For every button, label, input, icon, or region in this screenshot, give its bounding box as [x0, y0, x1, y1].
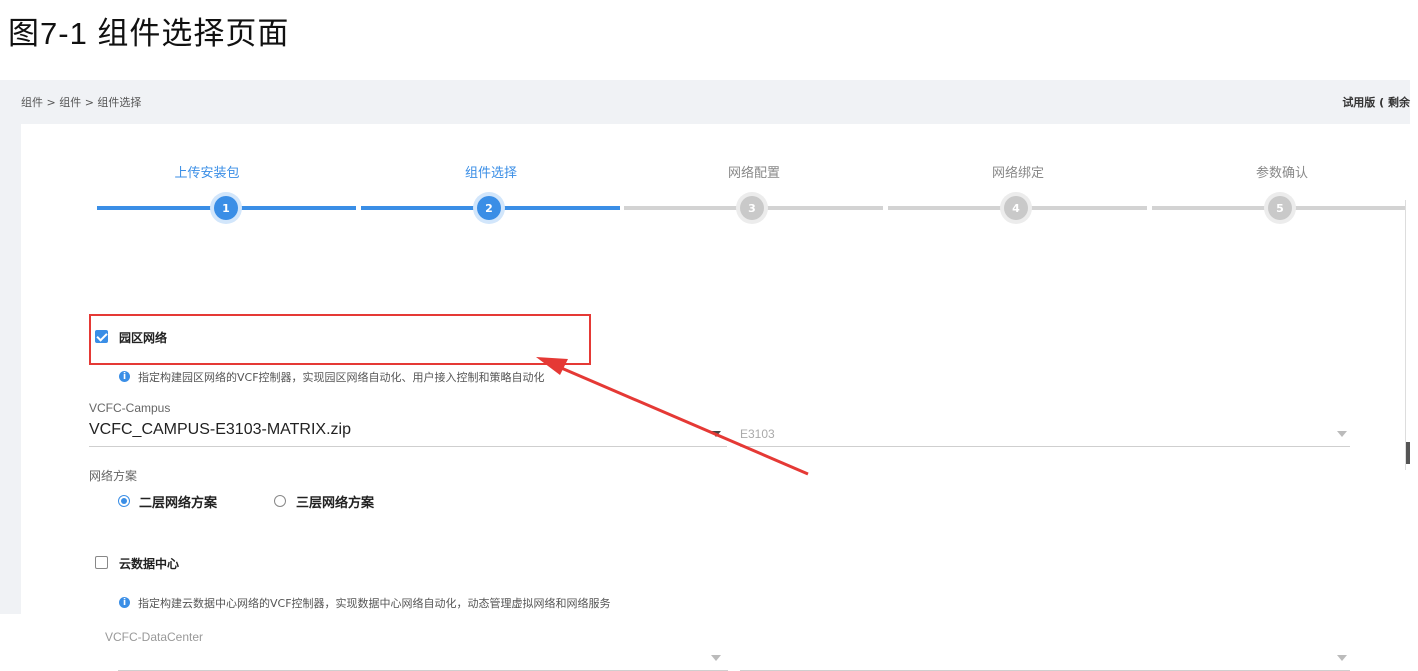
datacenter-info-text: 指定构建云数据中心网络的VCF控制器，实现数据中心网络自动化，动态管理虚拟网络和…	[138, 597, 611, 610]
step-label-network-config: 网络配置	[727, 166, 780, 181]
chevron-down-icon[interactable]	[711, 431, 721, 437]
step-circle-1[interactable]: 1	[214, 196, 238, 220]
campus-version-underline	[740, 446, 1350, 447]
highlight-box	[89, 314, 591, 365]
step-circle-4: 4	[1004, 196, 1028, 220]
campus-package-underline	[89, 446, 727, 447]
info-icon: i	[119, 597, 130, 608]
scrollbar-thumb[interactable]	[1406, 442, 1410, 464]
datacenter-field-label: VCFC-DataCenter	[105, 630, 204, 644]
scheme-label-l2[interactable]: 二层网络方案	[139, 492, 217, 511]
step-circle-3: 3	[740, 196, 764, 220]
campus-package-select[interactable]: VCFC_CAMPUS-E3103-MATRIX.zip	[89, 421, 351, 439]
campus-info-text: 指定构建园区网络的VCF控制器，实现园区网络自动化、用户接入控制和策略自动化	[138, 371, 545, 384]
campus-field-label: VCFC-Campus	[89, 401, 171, 415]
chevron-down-icon[interactable]	[711, 655, 721, 661]
trial-status: 试用版 ( 剩余	[1342, 96, 1410, 109]
scrollbar-track[interactable]	[1405, 200, 1410, 470]
datacenter-checkbox[interactable]	[95, 556, 108, 569]
scheme-radio-l3[interactable]	[274, 495, 286, 507]
step-label-network-bind: 网络绑定	[991, 166, 1044, 181]
figure-title: 图7-1 组件选择页面	[8, 16, 290, 51]
chevron-down-icon[interactable]	[1337, 431, 1347, 437]
step-circle-2[interactable]: 2	[477, 196, 501, 220]
datacenter-title: 云数据中心	[119, 557, 180, 571]
scheme-label: 网络方案	[89, 469, 138, 483]
step-label-upload[interactable]: 上传安装包	[107, 162, 307, 181]
step-circle-5: 5	[1268, 196, 1292, 220]
main-panel: 上传安装包 组件选择 网络配置 网络绑定 参数确认 1 2 3 4 5 园区网络…	[21, 124, 1410, 671]
step-label-param-confirm: 参数确认	[1255, 166, 1308, 181]
campus-version-select[interactable]: E3103	[740, 427, 775, 441]
info-icon: i	[119, 371, 130, 382]
scheme-label-l3[interactable]: 三层网络方案	[296, 492, 374, 511]
scheme-radio-l2[interactable]	[118, 495, 130, 507]
chevron-down-icon[interactable]	[1337, 655, 1347, 661]
breadcrumb: 组件 > 组件 > 组件选择	[21, 96, 142, 109]
step-label-component[interactable]: 组件选择	[391, 162, 591, 181]
